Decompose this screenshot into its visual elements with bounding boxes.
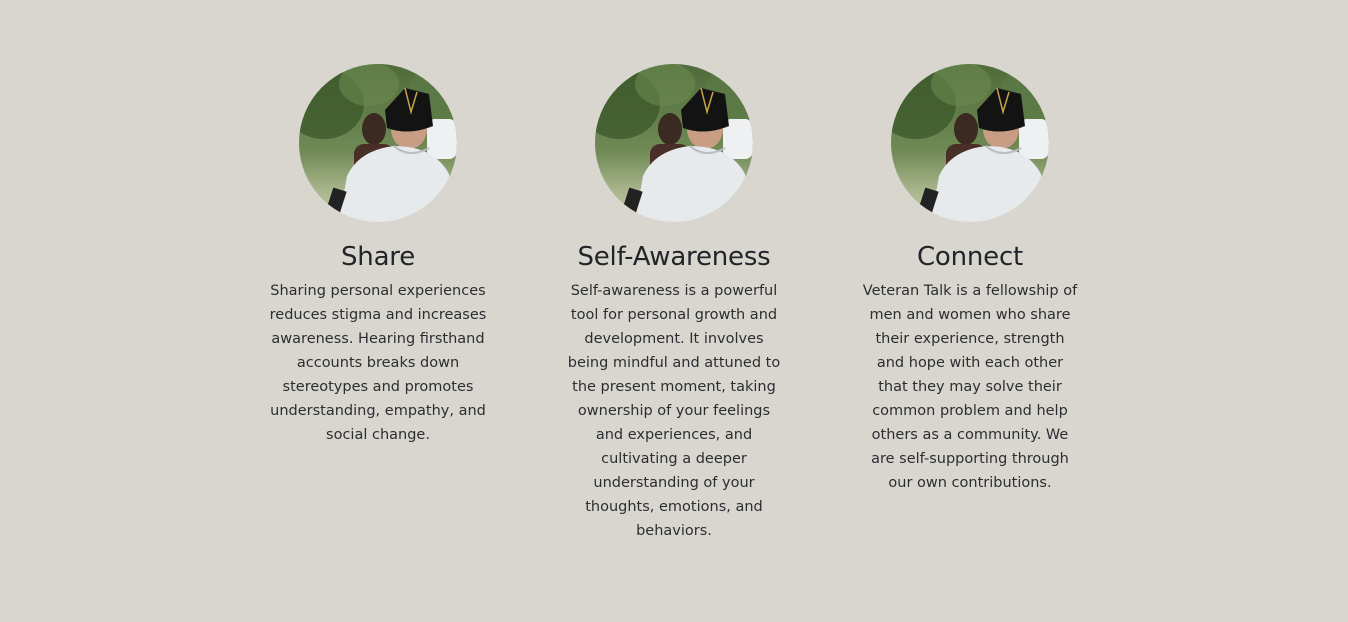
feature-connect: Connect Veteran Talk is a fellowship of … (861, 64, 1079, 495)
feature-self-awareness: Self-Awareness Self-awareness is a power… (565, 64, 783, 543)
veteran-photo (891, 64, 1049, 222)
feature-title: Connect (916, 242, 1024, 272)
feature-share: Share Sharing personal experiences reduc… (269, 64, 487, 447)
feature-description: Self-awareness is a powerful tool for pe… (567, 283, 781, 539)
features-section: Share Sharing personal experiences reduc… (0, 0, 1348, 622)
veteran-photo (299, 64, 457, 222)
veteran-photo (595, 64, 753, 222)
feature-description: Veteran Talk is a fellowship of men and … (862, 283, 1078, 491)
feature-title: Self-Awareness (577, 242, 771, 272)
feature-description: Sharing personal experiences reduces sti… (269, 283, 487, 443)
feature-title: Share (340, 242, 416, 272)
